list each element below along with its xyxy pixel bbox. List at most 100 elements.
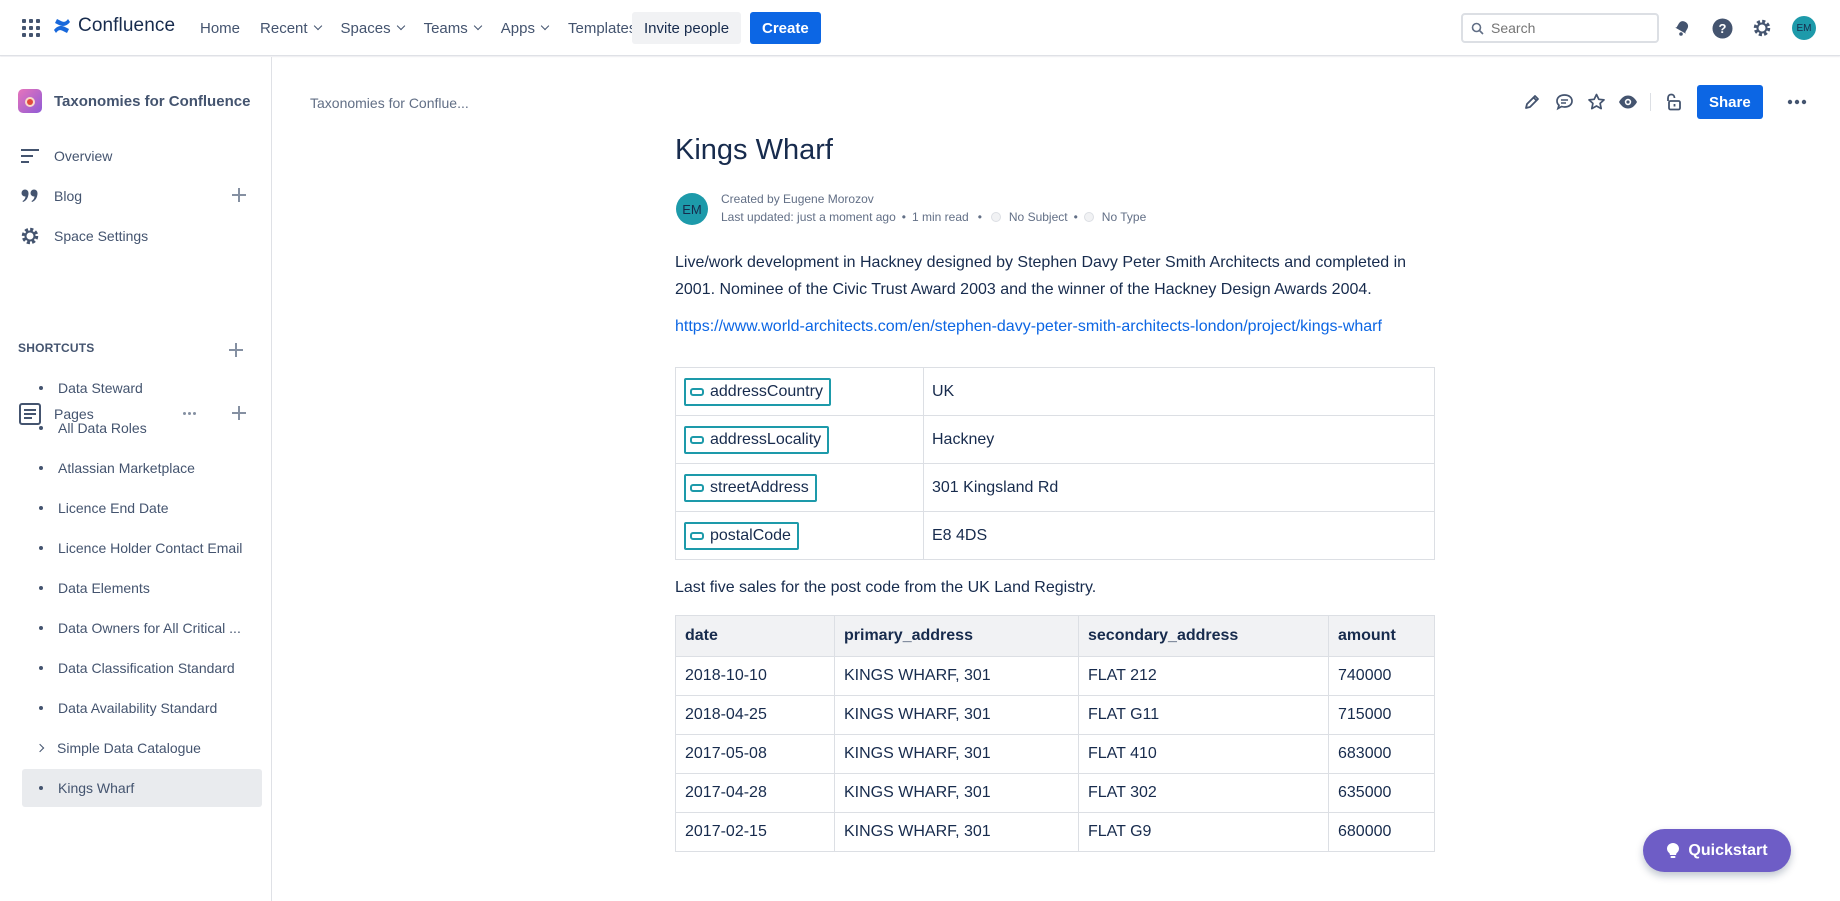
- nav-apps[interactable]: Apps: [491, 12, 558, 44]
- app-switcher-icon[interactable]: [22, 19, 40, 37]
- svg-text:?: ?: [1718, 21, 1726, 36]
- bullet-icon: [39, 666, 43, 670]
- table-cell: FLAT 410: [1078, 734, 1329, 774]
- last-updated[interactable]: Last updated: just a moment ago: [721, 208, 896, 226]
- tag-icon: [690, 387, 704, 396]
- taxonomy-chip[interactable]: addressLocality: [684, 425, 830, 454]
- page-tree-label: All Data Roles: [58, 420, 147, 436]
- nav-recent[interactable]: Recent: [250, 12, 331, 44]
- table-cell: 715000: [1328, 695, 1435, 735]
- table-row: 2018-04-25 KINGS WHARF, 301 FLAT G11 715000: [675, 695, 1435, 735]
- type-tag[interactable]: No Type: [1102, 208, 1146, 226]
- page-tree-item[interactable]: Data Availability Standard: [22, 689, 262, 727]
- table-cell: KINGS WHARF, 301: [834, 695, 1079, 735]
- chevron-right-icon[interactable]: [35, 743, 45, 753]
- table-row: 2017-02-15 KINGS WHARF, 301 FLAT G9 680000: [675, 812, 1435, 852]
- page-tree-item[interactable]: Data Elements: [22, 569, 262, 607]
- tag-icon: [690, 483, 704, 492]
- search-box[interactable]: [1461, 13, 1659, 43]
- table-row: postalCode E8 4DS: [675, 511, 1435, 560]
- taxonomy-chip[interactable]: addressCountry: [684, 377, 831, 406]
- invite-people-button[interactable]: Invite people: [632, 12, 742, 44]
- table-row: 2017-05-08 KINGS WHARF, 301 FLAT 410 683000: [675, 734, 1435, 774]
- table-cell: 635000: [1328, 773, 1435, 813]
- chevron-down-icon: [540, 21, 550, 31]
- table-row: 2018-10-10 KINGS WHARF, 301 FLAT 212 740000: [675, 656, 1435, 696]
- notifications-icon[interactable]: [1670, 16, 1694, 40]
- page-tree-item[interactable]: Data Owners for All Critical ...: [22, 609, 262, 647]
- page-tree-item[interactable]: Data Steward: [22, 369, 262, 407]
- chip-label: addressCountry: [710, 382, 823, 400]
- nav-home-label: Home: [200, 19, 241, 37]
- taxonomy-chip[interactable]: streetAddress: [684, 473, 817, 502]
- sidebar-item-space-settings[interactable]: Space Settings: [18, 220, 254, 252]
- star-button[interactable]: [1580, 86, 1612, 118]
- table-cell: 2018-04-25: [675, 695, 835, 735]
- page-tree-item[interactable]: Atlassian Marketplace: [22, 449, 262, 487]
- quickstart-button[interactable]: Quickstart: [1643, 829, 1791, 872]
- comment-icon: [1555, 94, 1573, 111]
- sales-table: date primary_address secondary_address a…: [675, 615, 1435, 852]
- table-cell: 683000: [1328, 734, 1435, 774]
- edit-button[interactable]: [1516, 86, 1548, 118]
- sidebar-item-overview[interactable]: Overview: [18, 140, 254, 172]
- type-icon: [1083, 212, 1094, 222]
- comment-button[interactable]: [1548, 86, 1580, 118]
- more-icon: [1787, 99, 1806, 105]
- page-tree-item[interactable]: Licence End Date: [22, 489, 262, 527]
- nav-apps-label: Apps: [500, 19, 535, 37]
- table-row: addressCountry UK: [675, 367, 1435, 416]
- breadcrumb[interactable]: Taxonomies for Conflue...: [310, 95, 469, 111]
- table-row: streetAddress 301 Kingsland Rd: [675, 463, 1435, 512]
- table-row: 2017-04-28 KINGS WHARF, 301 FLAT 302 635000: [675, 773, 1435, 813]
- question-icon: ?: [1712, 18, 1732, 38]
- author-avatar[interactable]: EM: [676, 193, 708, 225]
- taxonomy-chip[interactable]: postalCode: [684, 521, 799, 550]
- sidebar-pages-header[interactable]: [18, 332, 254, 364]
- page-tree-item-active[interactable]: Kings Wharf: [22, 769, 262, 807]
- table-cell: FLAT 212: [1078, 656, 1329, 696]
- sales-caption: Last five sales for the post code from t…: [675, 579, 1097, 596]
- page-tree-item[interactable]: Simple Data Catalogue: [22, 729, 262, 767]
- page-tree-label: Licence End Date: [58, 500, 169, 516]
- sidebar-item-blog[interactable]: Blog: [18, 180, 254, 212]
- restrictions-button[interactable]: [1657, 86, 1689, 118]
- property-value-cell: Hackney: [923, 415, 1435, 464]
- help-icon[interactable]: ?: [1710, 16, 1734, 40]
- table-cell: 2017-04-28: [675, 773, 835, 813]
- table-row: addressLocality Hackney: [675, 415, 1435, 464]
- separator-dot: •: [901, 210, 906, 224]
- table-cell: FLAT G9: [1078, 812, 1329, 852]
- page-metadata: Created by Eugene Morozov Last updated: …: [721, 190, 1146, 226]
- chip-label: addressLocality: [710, 430, 822, 448]
- settings-icon[interactable]: [1750, 16, 1774, 40]
- confluence-logo[interactable]: Confluence: [52, 15, 175, 37]
- tag-icon: [690, 435, 704, 444]
- table-cell: 2017-05-08: [675, 734, 835, 774]
- bullet-icon: [39, 546, 43, 550]
- created-by[interactable]: Created by Eugene Morozov: [721, 190, 1146, 208]
- more-actions-button[interactable]: [1781, 86, 1813, 118]
- watch-button[interactable]: [1612, 86, 1644, 118]
- user-avatar[interactable]: EM: [1792, 16, 1816, 40]
- page-tree-item[interactable]: All Data Roles: [22, 409, 262, 447]
- share-button[interactable]: Share: [1697, 85, 1763, 119]
- nav-home[interactable]: Home: [190, 12, 250, 44]
- page-tree-item[interactable]: Data Classification Standard: [22, 649, 262, 687]
- page-tree-label: Kings Wharf: [58, 780, 135, 796]
- separator-dot: •: [1073, 210, 1078, 224]
- create-button[interactable]: Create: [750, 12, 821, 44]
- nav-teams[interactable]: Teams: [414, 12, 491, 44]
- search-input[interactable]: [1491, 20, 1641, 36]
- nav-spaces[interactable]: Spaces: [331, 12, 414, 44]
- space-header[interactable]: Taxonomies for Confluence: [18, 89, 250, 113]
- column-header: amount: [1328, 615, 1435, 657]
- bullet-icon: [39, 386, 43, 390]
- column-header: secondary_address: [1078, 615, 1329, 657]
- page-tree-item[interactable]: Licence Holder Contact Email: [22, 529, 262, 567]
- column-header: date: [675, 615, 835, 657]
- external-link[interactable]: https://www.world-architects.com/en/step…: [675, 318, 1382, 336]
- subject-tag[interactable]: No Subject: [1009, 208, 1068, 226]
- add-blog-icon[interactable]: [232, 188, 246, 202]
- bullet-icon: [39, 786, 43, 790]
